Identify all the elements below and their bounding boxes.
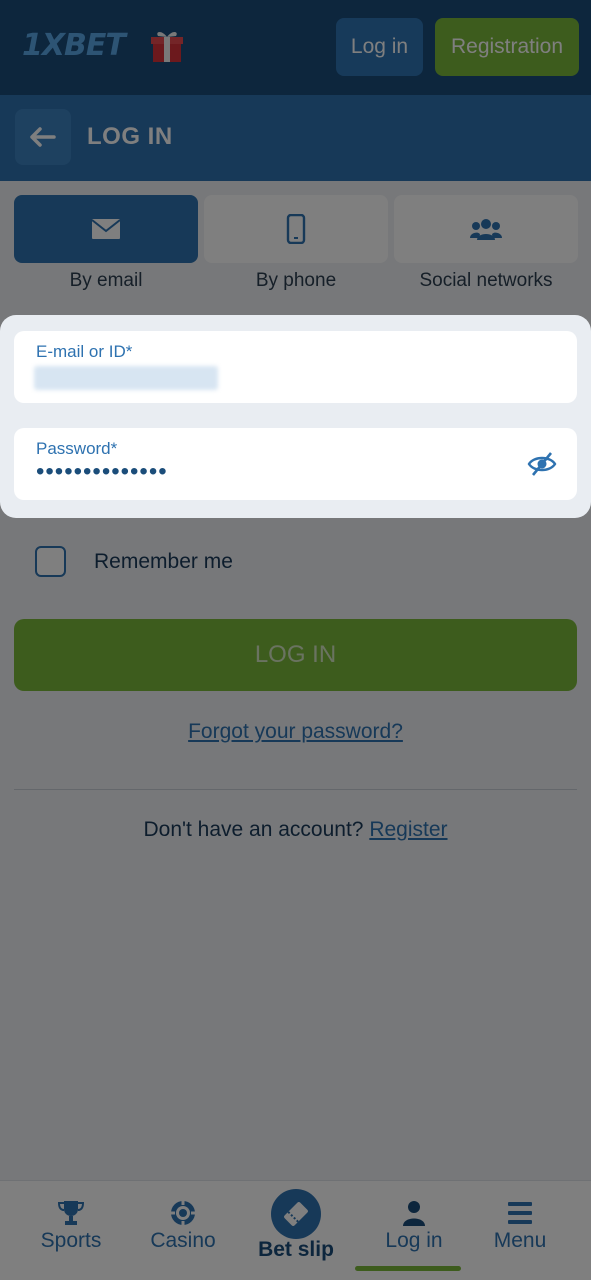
password-field[interactable]: Password* •••••••••••••• (14, 428, 577, 500)
password-field-label: Password* (36, 439, 118, 458)
email-field-label: E-mail or ID* (36, 342, 133, 361)
dim-overlay (0, 0, 591, 1280)
email-field[interactable]: E-mail or ID* (14, 331, 577, 403)
password-value: •••••••••••••• (36, 458, 168, 485)
email-value-blurred (34, 366, 218, 390)
login-form-card: E-mail or ID* Password* •••••••••••••• (0, 315, 591, 518)
hide-password-icon[interactable] (527, 450, 557, 478)
